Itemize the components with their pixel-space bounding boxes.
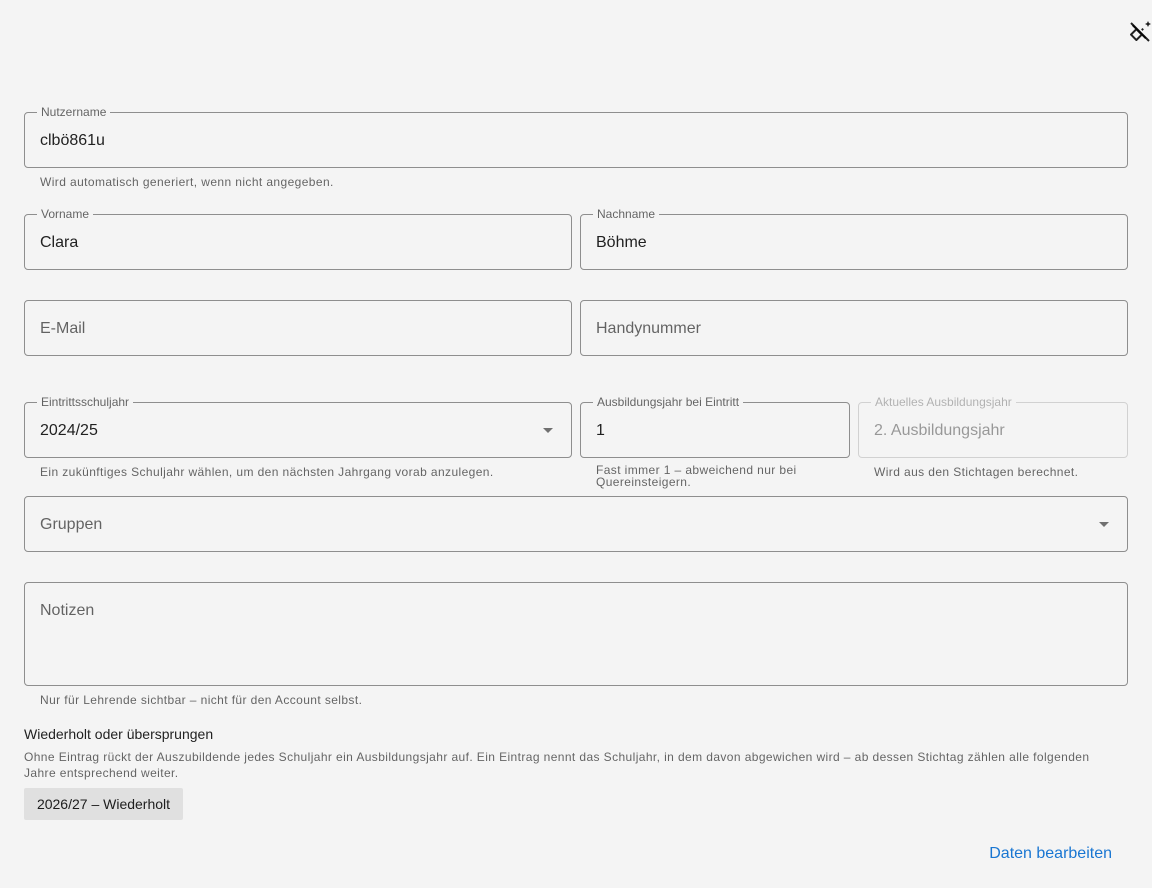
username-value: clbö861u <box>40 132 105 149</box>
mobile-placeholder: Handynummer <box>596 320 701 337</box>
edit-data-button[interactable]: Daten bearbeiten <box>989 842 1112 866</box>
groups-select[interactable]: Gruppen <box>24 496 1128 552</box>
mobile-field[interactable]: Handynummer <box>580 300 1128 356</box>
repeat-section-title: Wiederholt oder übersprungen <box>24 726 214 742</box>
entry-school-year-helper: Ein zukünftiges Schuljahr wählen, um den… <box>40 465 494 479</box>
email-field[interactable]: E-Mail <box>24 300 572 356</box>
auto-fix-off-icon[interactable] <box>1128 20 1152 44</box>
dropdown-caret-icon <box>543 428 553 433</box>
current-training-year-label: Aktuelles Ausbildungsjahr <box>871 396 1016 409</box>
lastname-value: Böhme <box>596 234 647 251</box>
entry-school-year-value: 2024/25 <box>40 422 98 439</box>
entry-school-year-select[interactable]: Eintrittsschuljahr 2024/25 <box>24 396 572 458</box>
firstname-label: Vorname <box>37 208 94 221</box>
username-helper: Wird automatisch generiert, wenn nicht a… <box>40 175 334 189</box>
current-training-year-field: Aktuelles Ausbildungsjahr 2. Ausbildungs… <box>858 396 1128 458</box>
training-year-at-entry-helper: Fast immer 1 – abweichend nur bei Querei… <box>596 463 797 489</box>
current-training-year-value: 2. Ausbildungsjahr <box>874 422 1005 439</box>
username-field[interactable]: Nutzername clbö861u <box>24 106 1128 168</box>
dropdown-caret-icon <box>1099 522 1109 527</box>
training-year-at-entry-label: Ausbildungsjahr bei Eintritt <box>593 396 744 409</box>
entry-school-year-label: Eintrittsschuljahr <box>37 396 134 409</box>
firstname-value: Clara <box>40 234 79 251</box>
repeat-chip[interactable]: 2026/27 – Wiederholt <box>24 788 183 820</box>
lastname-label: Nachname <box>593 208 660 221</box>
training-year-at-entry-value: 1 <box>596 422 605 439</box>
notes-helper: Nur für Lehrende sichtbar – nicht für de… <box>40 693 363 707</box>
email-placeholder: E-Mail <box>40 320 86 337</box>
notes-placeholder: Notizen <box>40 602 95 619</box>
username-label: Nutzername <box>37 106 111 119</box>
current-training-year-helper: Wird aus den Stichtagen berechnet. <box>874 465 1079 479</box>
training-year-at-entry-field[interactable]: Ausbildungsjahr bei Eintritt 1 <box>580 396 850 458</box>
lastname-field[interactable]: Nachname Böhme <box>580 208 1128 270</box>
groups-placeholder: Gruppen <box>40 516 103 533</box>
firstname-field[interactable]: Vorname Clara <box>24 208 572 270</box>
repeat-section-description: Ohne Eintrag rückt der Auszubildende jed… <box>24 750 1090 780</box>
notes-textarea[interactable]: Notizen <box>24 582 1128 686</box>
